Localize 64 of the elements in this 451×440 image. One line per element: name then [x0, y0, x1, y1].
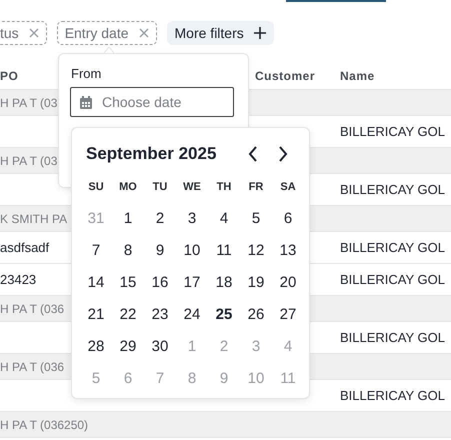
- calendar-day[interactable]: 9: [154, 242, 166, 258]
- table-cell: BILLERICAY GOL: [340, 240, 446, 255]
- filter-chip[interactable]: Entry date: [56, 21, 157, 45]
- group-label: H PA T (036250): [0, 418, 88, 432]
- calendar-day[interactable]: 27: [278, 306, 298, 322]
- calendar-day[interactable]: 14: [86, 274, 106, 290]
- calendar-day[interactable]: 22: [118, 306, 138, 322]
- column-header: Customer: [255, 68, 316, 82]
- calendar-day[interactable]: 8: [122, 242, 134, 258]
- calendar-day[interactable]: 26: [246, 306, 266, 322]
- chevron-left-icon: [248, 146, 258, 162]
- weekday-label: SA: [280, 181, 296, 193]
- weekday-label: MO: [119, 181, 137, 193]
- calendar-day[interactable]: 3: [186, 210, 198, 226]
- calendar-day[interactable]: 23: [150, 306, 170, 322]
- table-cell: BILLERICAY GOL: [340, 388, 446, 403]
- calendar-day[interactable]: 2: [154, 210, 166, 226]
- calendar-day[interactable]: 17: [182, 274, 202, 290]
- calendar-day[interactable]: 30: [150, 338, 170, 354]
- chevron-right-icon: [278, 146, 288, 162]
- calendar-day[interactable]: 5: [250, 210, 262, 226]
- weekday-label: SU: [88, 181, 104, 193]
- calendar-day[interactable]: 13: [278, 242, 298, 258]
- calendar-day[interactable]: 19: [246, 274, 266, 290]
- table-cell: 23423: [0, 272, 36, 287]
- weekday-label: TU: [152, 181, 168, 193]
- calendar-icon: [80, 96, 92, 108]
- date-input-field[interactable]: Choose date: [70, 87, 234, 117]
- calendar-day[interactable]: 15: [118, 274, 138, 290]
- calendar-day[interactable]: 6: [282, 210, 294, 226]
- table-cell: BILLERICAY GOL: [340, 272, 446, 287]
- group-label: H PA T (036: [0, 360, 64, 374]
- calendar-day[interactable]: 28: [86, 338, 106, 354]
- group-label: H PA T (03: [0, 154, 58, 168]
- calendar-day[interactable]: 29: [118, 338, 138, 354]
- month-title: September 2025: [86, 144, 218, 164]
- table-cell: BILLERICAY GOL: [340, 182, 446, 197]
- calendar-day[interactable]: 16: [150, 274, 170, 290]
- group-label: K SMITH PA: [0, 212, 68, 226]
- plus-icon: [254, 27, 266, 39]
- filter-chip[interactable]: tus: [0, 21, 47, 45]
- table-cell: asdfsadf: [0, 240, 50, 255]
- calendar-day[interactable]: 18: [214, 274, 234, 290]
- calendar-day[interactable]: 10: [182, 242, 202, 258]
- column-header: PO: [0, 68, 18, 82]
- calendar-day[interactable]: 25: [214, 306, 234, 322]
- weekday-label: WE: [183, 181, 201, 193]
- calendar-day[interactable]: 1: [122, 210, 134, 226]
- table-cell: BILLERICAY GOL: [340, 330, 446, 345]
- calendar-day[interactable]: 24: [182, 306, 202, 322]
- calendar-day[interactable]: 7: [90, 242, 102, 258]
- column-header: Name: [340, 68, 375, 82]
- calendar-day[interactable]: 4: [218, 210, 230, 226]
- calendar-day[interactable]: 12: [246, 242, 266, 258]
- calendar-day[interactable]: 11: [215, 242, 233, 258]
- table-cell: BILLERICAY GOL: [340, 124, 446, 139]
- weekday-label: FR: [248, 181, 264, 193]
- more-filters-button[interactable]: More filters: [166, 21, 274, 45]
- calendar-day[interactable]: 20: [278, 274, 298, 290]
- calendar-day[interactable]: 21: [86, 306, 106, 322]
- group-label: H PA T (036: [0, 302, 64, 316]
- field-label: From: [71, 66, 102, 81]
- weekday-label: TH: [216, 181, 232, 193]
- group-label: H PA T (03: [0, 96, 58, 110]
